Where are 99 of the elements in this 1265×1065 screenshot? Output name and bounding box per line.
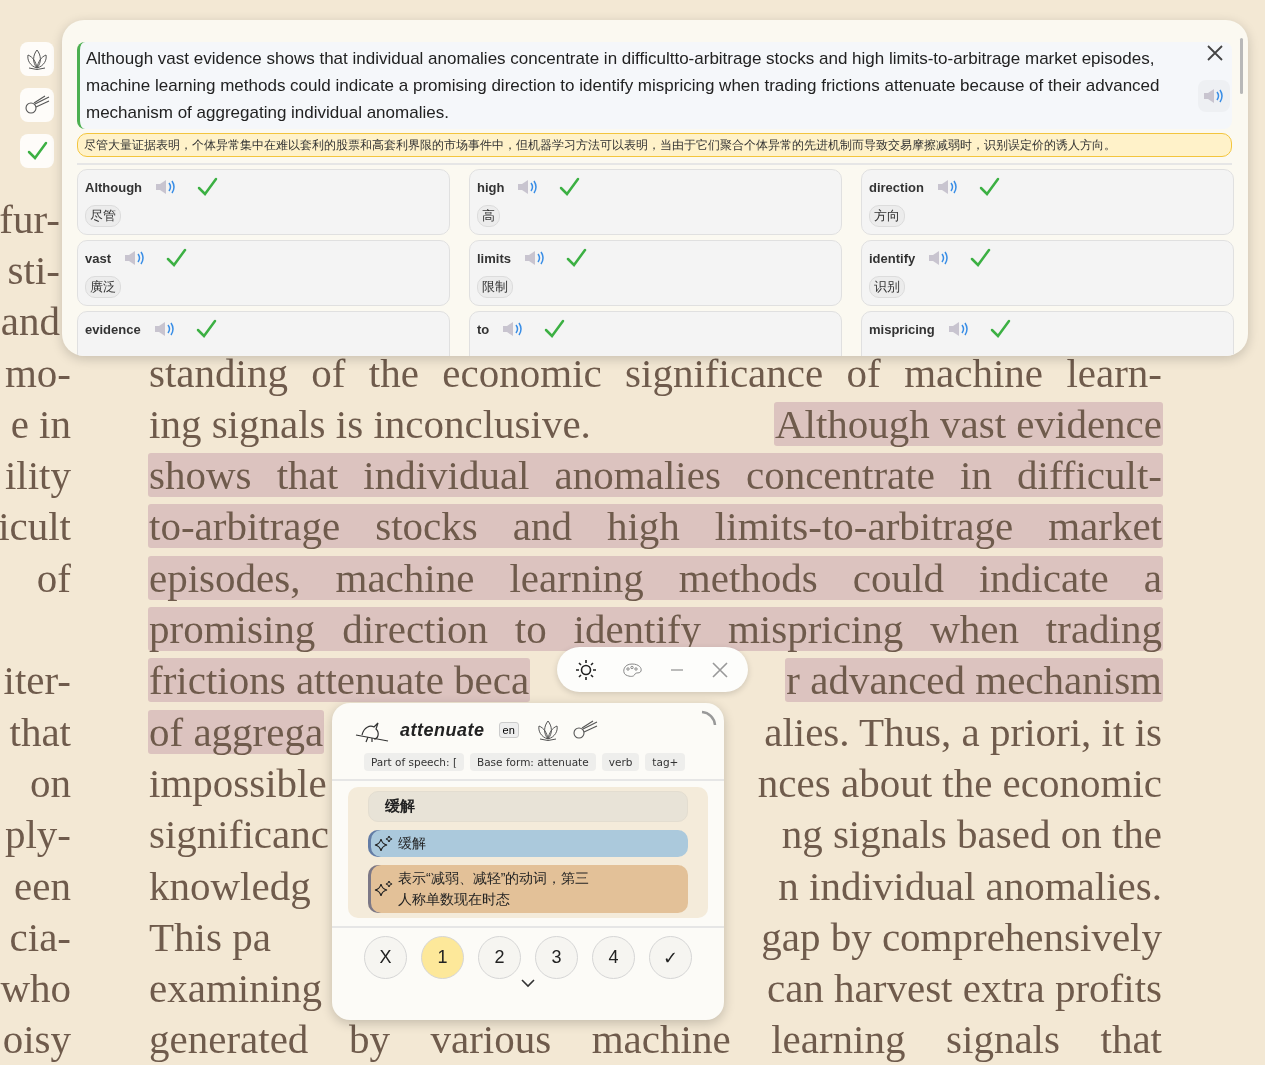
sentence-text: Although vast evidence shows that individual anomalies concentrate in difficultto-arbitrage stocks and high limits-to-arbitrage market episodes, machine learning methods could indicate a promising direction to identify mispricing when trading frictions attenuate because of their advanced mechanism of aggregating individual anomalies. xyxy=(86,48,1161,124)
meaning-item[interactable]: 表示“减弱、减轻”的动词，第三人称单数现在时态 xyxy=(368,865,688,913)
word-card[interactable]: mispricing xyxy=(861,311,1234,356)
rating-button[interactable]: 3 xyxy=(535,936,578,979)
meaning-chip: 廣泛 xyxy=(85,276,121,298)
word-card[interactable]: Although 尽管 xyxy=(77,169,450,235)
word-card[interactable]: vast 廣泛 xyxy=(77,240,450,306)
word-label: to xyxy=(477,321,490,337)
text-line: impossible xyxy=(148,760,328,805)
highlighted-text: episodes, machine learning methods could indicate a xyxy=(148,555,1163,600)
text-line: cia- xyxy=(8,914,72,959)
sun-icon[interactable] xyxy=(575,658,597,681)
text-line: and xyxy=(0,299,61,344)
palette-icon[interactable] xyxy=(621,661,644,678)
side-button[interactable] xyxy=(20,88,54,122)
check-icon xyxy=(26,140,48,162)
tag-chip[interactable]: Part of speech: [ xyxy=(364,753,464,771)
tag-chip[interactable]: verb xyxy=(601,753,640,771)
text-line: that xyxy=(8,709,72,754)
speaker-icon[interactable] xyxy=(1202,87,1226,105)
meaning-chip: 尽管 xyxy=(85,205,121,227)
word-label: mispricing xyxy=(869,321,935,337)
word-card[interactable]: direction 方向 xyxy=(861,169,1234,235)
speaker-icon[interactable] xyxy=(152,320,177,338)
text-line: generated by various machine learning signals that xyxy=(148,1017,1163,1062)
rating-button[interactable]: X xyxy=(364,936,407,979)
text-line: This pa xyxy=(148,914,272,959)
text-line: n individual anomalies. xyxy=(777,863,1163,908)
rating-button[interactable]: 2 xyxy=(478,936,521,979)
meaning-item[interactable]: 缓解 xyxy=(368,830,688,857)
text-line: mo- xyxy=(3,350,72,395)
text-line: alies. Thus, a priori, it is xyxy=(763,709,1163,754)
highlighted-text: to-arbitrage stocks and high limits-to-arbitrage market xyxy=(148,504,1163,549)
word-title: attenuate xyxy=(400,719,485,741)
text-line: nces about the economic xyxy=(756,760,1163,805)
text-line: een xyxy=(13,863,72,908)
text-line: iter- xyxy=(2,658,72,703)
word-card[interactable]: high 高 xyxy=(469,169,842,235)
rating-button[interactable]: 1 xyxy=(421,936,464,979)
highlighted-text: promising direction to identify mispricing when trading xyxy=(148,607,1163,651)
text-line: knowledg xyxy=(148,863,312,908)
word-label: limits xyxy=(477,250,511,266)
text-line: of xyxy=(35,555,72,600)
highlighted-text: r advanced mechanism xyxy=(785,658,1163,703)
speaker-icon[interactable] xyxy=(522,249,547,267)
meaning-heading: 缓解 xyxy=(368,791,688,822)
word-card[interactable]: limits 限制 xyxy=(469,240,842,306)
text-line: sti- xyxy=(6,247,61,292)
text-line: gap by comprehensively xyxy=(760,914,1163,959)
word-label: identify xyxy=(869,250,916,266)
word-label: high xyxy=(477,179,505,195)
meaning-text: 缓解 xyxy=(398,834,427,853)
word-card[interactable]: evidence xyxy=(77,311,450,356)
meaning-chip: 高 xyxy=(477,205,500,227)
side-button[interactable] xyxy=(20,134,54,168)
rating-button[interactable]: 4 xyxy=(592,936,635,979)
text-line: significanc xyxy=(148,812,330,857)
meaning-chip: 限制 xyxy=(477,276,513,298)
sparkle-icon xyxy=(374,833,394,854)
translation-text: 尽管大量证据表明，个体异常集中在难以套利的股票和高套利界限的市场事件中，但机器学习方法可以表明，当由于它们聚合个体异常的先进机制而导致交易摩擦减弱时，识别误定价的诱人方向。 xyxy=(77,133,1232,157)
meaning-chip: 识别 xyxy=(869,276,905,298)
close-icon[interactable] xyxy=(710,659,730,680)
speak-button[interactable] xyxy=(1198,80,1230,112)
text-line: examining xyxy=(148,966,324,1011)
speaker-icon[interactable] xyxy=(946,320,971,338)
language-tag: en xyxy=(498,722,519,738)
text-line: ing signals is inconclusive. xyxy=(148,401,592,446)
side-button[interactable] xyxy=(20,42,54,76)
text-line: fur- xyxy=(0,196,61,241)
word-label: vast xyxy=(85,250,112,266)
tag-chip[interactable]: Base form: attenuate xyxy=(470,753,596,771)
rating-button[interactable]: ✓ xyxy=(649,936,692,979)
text-line: ility xyxy=(3,453,72,498)
highlighted-text: Although vast evidence xyxy=(773,401,1163,446)
highlighted-text: shows that individual anomalies concentrate in difficult- xyxy=(148,453,1163,498)
speaker-icon[interactable] xyxy=(935,178,960,196)
word-card[interactable]: to xyxy=(469,311,842,356)
word-label: Although xyxy=(85,179,143,195)
word-label: direction xyxy=(869,179,924,195)
text-line: can harvest extra profits xyxy=(765,966,1163,1011)
word-card[interactable]: identify 识别 xyxy=(861,240,1234,306)
text-line: who xyxy=(0,966,72,1011)
comet-icon xyxy=(23,94,51,116)
close-icon xyxy=(1205,43,1225,63)
meaning-text: 表示“减弱、减轻”的动词，第三人称单数现在时态 xyxy=(398,869,591,909)
highlighted-text: of aggrega xyxy=(148,709,325,754)
sparkle-icon xyxy=(374,879,394,899)
text-line: oisy xyxy=(1,1017,72,1062)
text-line: ng signals based on the xyxy=(780,812,1163,857)
text-line: on xyxy=(29,760,72,805)
word-label: evidence xyxy=(85,321,141,337)
tag-chip[interactable]: tag+ xyxy=(645,753,686,771)
scrollbar[interactable] xyxy=(1240,38,1243,94)
text-line: e in xyxy=(9,401,72,446)
chevron-down-icon[interactable] xyxy=(521,979,535,988)
comet-icon xyxy=(570,719,599,741)
text-line: ply- xyxy=(3,812,72,857)
meaning-chip: 方向 xyxy=(869,205,905,227)
highlighted-text: frictions attenuate beca xyxy=(148,658,531,703)
